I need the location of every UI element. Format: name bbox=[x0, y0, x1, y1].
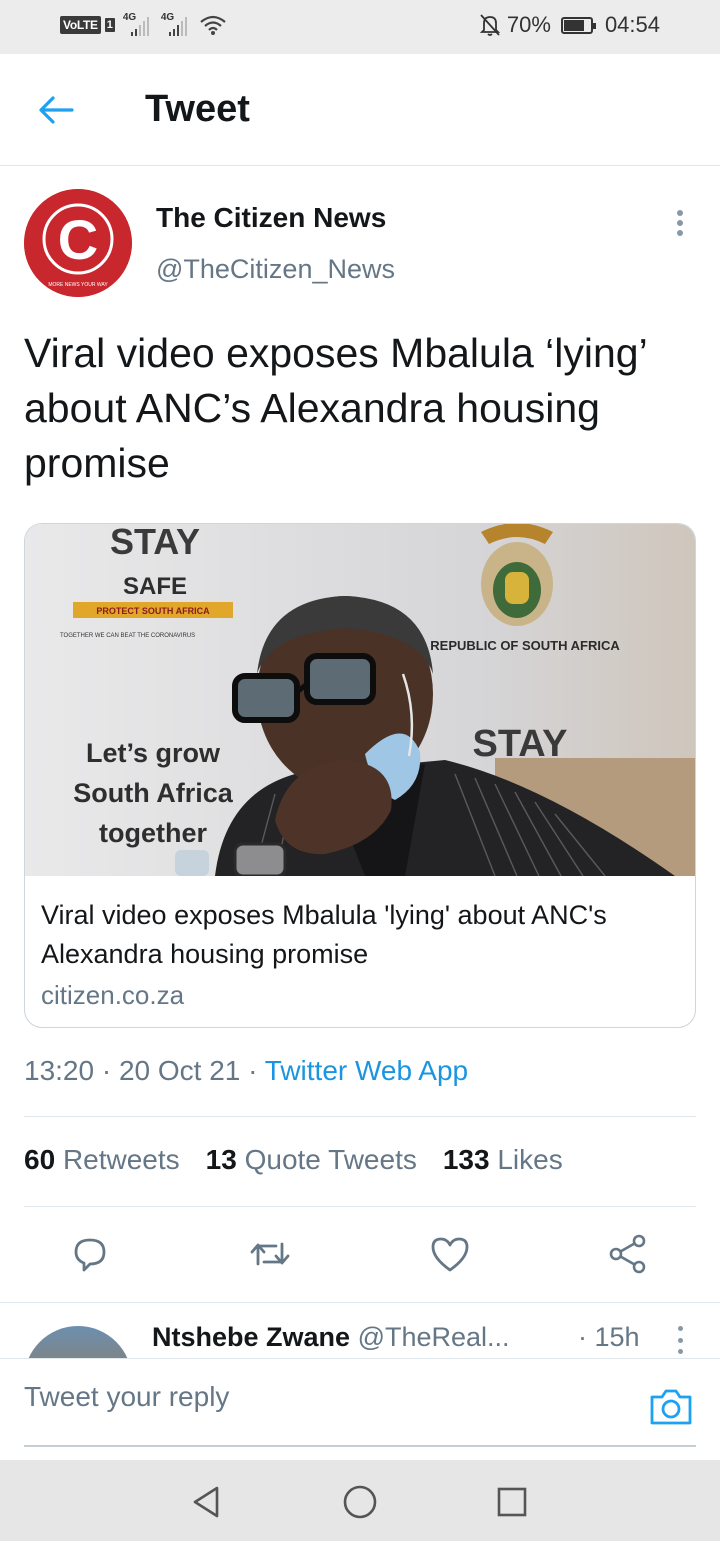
svg-text:TOGETHER WE CAN BEAT THE CORON: TOGETHER WE CAN BEAT THE CORONAVIRUS bbox=[60, 633, 195, 639]
reply-author-handle: @TheReal... bbox=[357, 1322, 510, 1352]
battery-icon bbox=[560, 16, 596, 34]
app-header: Tweet bbox=[0, 54, 720, 166]
svg-text:STAY: STAY bbox=[472, 723, 567, 765]
reply-input[interactable]: Tweet your reply bbox=[24, 1381, 624, 1413]
svg-text:together: together bbox=[99, 818, 207, 848]
tweet-source-link[interactable]: Twitter Web App bbox=[265, 1055, 468, 1086]
tweet-text: Viral video exposes Mbalula ‘lying’ abou… bbox=[24, 330, 647, 486]
quote-tweets-stat[interactable]: 13 Quote Tweets bbox=[206, 1144, 417, 1176]
dot-icon bbox=[677, 220, 683, 226]
more-options-button[interactable] bbox=[668, 206, 692, 240]
status-right: 70% 04:54 bbox=[479, 12, 660, 38]
author-handle[interactable]: @TheCitizen_News bbox=[156, 254, 395, 285]
clock: 04:54 bbox=[604, 12, 660, 37]
card-image[interactable]: STAY SAFE PROTECT SOUTH AFRICA TOGETHER … bbox=[25, 524, 695, 876]
svg-text:REPUBLIC OF SOUTH AFRICA: REPUBLIC OF SOUTH AFRICA bbox=[430, 638, 620, 653]
wifi-icon bbox=[200, 15, 226, 35]
reply-icon bbox=[74, 1238, 106, 1272]
reply-button[interactable] bbox=[68, 1232, 112, 1276]
network-type-1: 4G bbox=[122, 12, 137, 23]
author-name[interactable]: The Citizen News bbox=[156, 202, 386, 234]
input-underline bbox=[24, 1445, 696, 1447]
like-button[interactable] bbox=[428, 1232, 472, 1276]
svg-text:PROTECT SOUTH AFRICA: PROTECT SOUTH AFRICA bbox=[96, 606, 210, 616]
tweet-date: 20 Oct 21 bbox=[118, 1055, 241, 1086]
svg-text:STAY: STAY bbox=[110, 524, 200, 562]
svg-text:SAFE: SAFE bbox=[123, 573, 187, 600]
dot-icon bbox=[677, 210, 683, 216]
network-type-2: 4G bbox=[160, 12, 175, 23]
volte-badge: VoLTE bbox=[60, 16, 101, 34]
divider bbox=[24, 1116, 696, 1117]
dot-icon bbox=[677, 1349, 683, 1354]
triangle-back-icon bbox=[193, 1486, 219, 1518]
share-button[interactable] bbox=[606, 1232, 650, 1276]
heart-icon bbox=[431, 1237, 469, 1272]
svg-text:MORE NEWS YOUR WAY: MORE NEWS YOUR WAY bbox=[48, 282, 108, 288]
circle-home-icon bbox=[343, 1485, 377, 1519]
dot-icon bbox=[677, 1326, 683, 1331]
likes-stat[interactable]: 133 Likes bbox=[443, 1144, 563, 1176]
dot-icon bbox=[677, 230, 683, 236]
press-conference-photo: STAY SAFE PROTECT SOUTH AFRICA TOGETHER … bbox=[60, 524, 695, 876]
back-arrow-icon bbox=[39, 96, 74, 124]
retweet-icon bbox=[250, 1242, 290, 1266]
svg-text:South Africa: South Africa bbox=[73, 778, 233, 808]
page-title: Tweet bbox=[145, 88, 250, 130]
reply-header[interactable]: Ntshebe Zwane @TheReal... bbox=[152, 1322, 510, 1353]
card-body: Viral video exposes Mbalula 'lying' abou… bbox=[25, 876, 695, 1011]
tweet-time: 13:20 bbox=[24, 1055, 95, 1086]
camera-button[interactable] bbox=[648, 1387, 694, 1427]
mute-bell-icon bbox=[479, 14, 501, 36]
svg-text:Let’s grow: Let’s grow bbox=[86, 738, 221, 768]
share-icon bbox=[609, 1234, 646, 1274]
back-button[interactable] bbox=[36, 90, 76, 130]
reply-more-button[interactable] bbox=[672, 1326, 688, 1354]
tweet-stats: 60 Retweets 13 Quote Tweets 133 Likes bbox=[24, 1144, 563, 1176]
retweet-button[interactable] bbox=[248, 1232, 292, 1276]
status-left: VoLTE 1 4G 4G bbox=[60, 12, 227, 36]
signal-icon: 4G bbox=[122, 12, 149, 36]
card-title: Viral video exposes Mbalula 'lying' abou… bbox=[41, 900, 607, 969]
camera-icon bbox=[650, 1389, 692, 1425]
battery-percent: 70% bbox=[506, 12, 551, 37]
status-bar: VoLTE 1 4G 4G 70% 04:54 bbox=[0, 0, 720, 54]
reply-author-name: Ntshebe Zwane bbox=[152, 1322, 351, 1352]
link-card[interactable]: STAY SAFE PROTECT SOUTH AFRICA TOGETHER … bbox=[24, 523, 696, 1028]
citizen-logo-icon: C MORE NEWS YOUR WAY bbox=[24, 189, 132, 297]
retweets-stat[interactable]: 60 Retweets bbox=[24, 1144, 180, 1176]
tweet-meta: 13:20 · 20 Oct 21 · Twitter Web App bbox=[24, 1055, 469, 1086]
sim-badge: 1 bbox=[104, 18, 115, 32]
divider bbox=[24, 1206, 696, 1207]
system-nav-bar bbox=[0, 1460, 720, 1541]
reply-composer: Tweet your reply bbox=[0, 1358, 720, 1460]
action-bar bbox=[0, 1210, 720, 1302]
dot-icon bbox=[677, 1337, 683, 1343]
author-avatar[interactable]: C MORE NEWS YOUR WAY bbox=[24, 189, 132, 297]
nav-home-button[interactable] bbox=[338, 1480, 382, 1524]
divider bbox=[0, 1302, 720, 1303]
card-domain: citizen.co.za bbox=[41, 980, 185, 1010]
svg-text:C: C bbox=[58, 208, 98, 271]
nav-recents-button[interactable] bbox=[490, 1480, 534, 1524]
nav-back-button[interactable] bbox=[184, 1480, 228, 1524]
square-recents-icon bbox=[497, 1487, 527, 1517]
reply-time: · 15h bbox=[578, 1322, 640, 1352]
signal-icon-2: 4G bbox=[160, 12, 187, 36]
